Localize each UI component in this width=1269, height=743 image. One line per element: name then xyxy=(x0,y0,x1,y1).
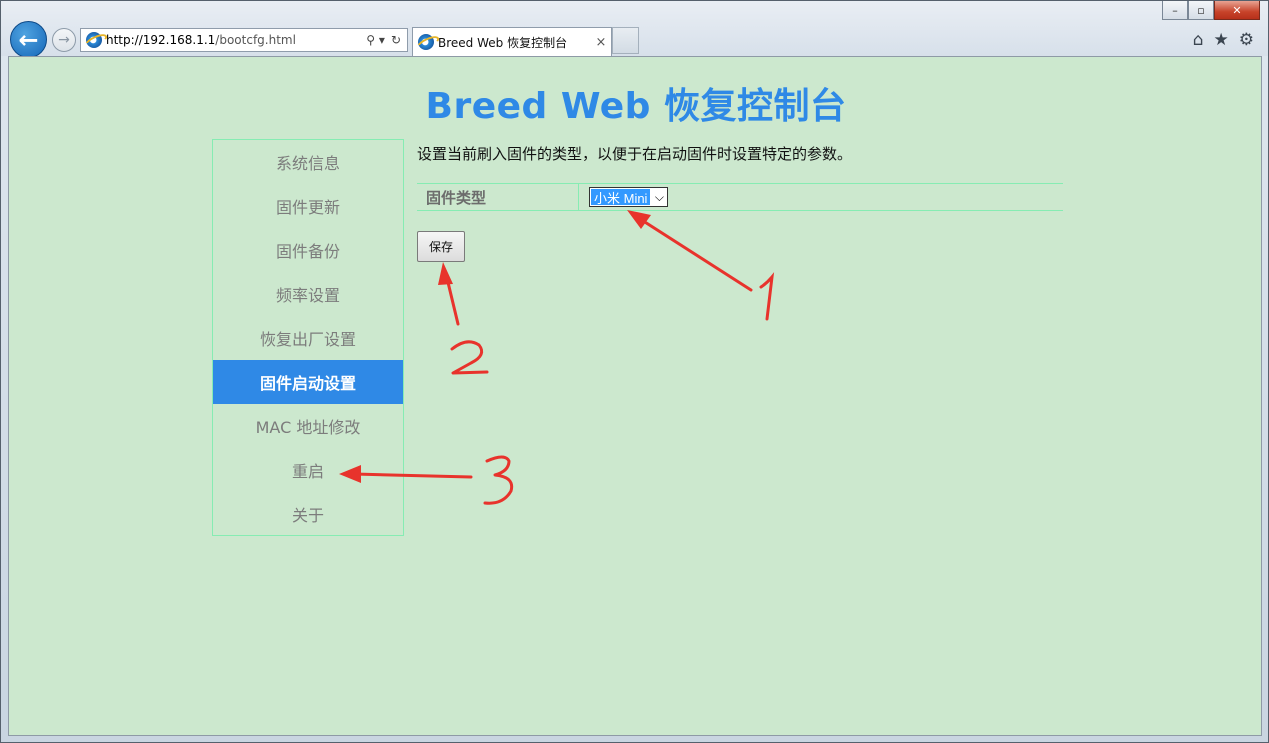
settings-gear-icon[interactable]: ⚙ xyxy=(1239,30,1254,50)
address-tools: ⚲ ▾ ↻ xyxy=(366,33,407,47)
forward-button[interactable]: → xyxy=(52,28,76,52)
browser-chrome: – ▫ ✕ ← → http://192.168.1.1/bootcfg.htm… xyxy=(1,1,1268,58)
back-button[interactable]: ← xyxy=(10,21,47,58)
minimize-button[interactable]: – xyxy=(1162,1,1188,20)
annotation-arrowhead-2 xyxy=(438,262,453,285)
window-controls: – ▫ ✕ xyxy=(1162,1,1260,21)
annotation-arrowhead-1 xyxy=(627,210,651,229)
address-url[interactable]: http://192.168.1.1/bootcfg.html xyxy=(106,33,366,47)
annotation-arrow-1 xyxy=(635,215,753,292)
toolbar-right: ⌂ ★ ⚙ xyxy=(1193,30,1254,50)
annotation-arrowhead-3 xyxy=(339,465,361,483)
ie-page-icon xyxy=(86,32,102,48)
address-bar[interactable]: http://192.168.1.1/bootcfg.html ⚲ ▾ ↻ xyxy=(80,28,408,52)
annotation-arrow-3 xyxy=(352,472,473,479)
back-arrow-icon: ← xyxy=(18,25,39,54)
handwritten-number-2 xyxy=(450,340,489,375)
favorites-star-icon[interactable]: ★ xyxy=(1214,30,1229,50)
close-window-button[interactable]: ✕ xyxy=(1214,1,1260,20)
tab-active[interactable]: Breed Web 恢复控制台 × xyxy=(412,27,612,56)
new-tab-button[interactable] xyxy=(612,27,639,54)
annotation-overlay xyxy=(339,210,775,505)
url-host: http://192.168.1.1 xyxy=(106,33,216,47)
refresh-icon[interactable]: ↻ xyxy=(391,33,401,47)
forward-arrow-icon: → xyxy=(58,32,70,48)
handwritten-number-1 xyxy=(759,272,775,321)
maximize-button[interactable]: ▫ xyxy=(1188,1,1214,20)
handwritten-number-3 xyxy=(483,455,514,505)
home-icon[interactable]: ⌂ xyxy=(1193,30,1204,50)
tab-close-icon[interactable]: × xyxy=(591,35,611,50)
url-path: /bootcfg.html xyxy=(215,33,296,47)
search-dropdown-icon[interactable]: ⚲ ▾ xyxy=(366,33,385,47)
page-viewport: Breed Web 恢复控制台 系统信息 固件更新 固件备份 频率设置 恢复出厂… xyxy=(8,56,1262,736)
tab-title: Breed Web 恢复控制台 xyxy=(438,35,568,50)
tab-favicon-icon xyxy=(418,34,434,50)
browser-window: – ▫ ✕ ← → http://192.168.1.1/bootcfg.htm… xyxy=(0,0,1269,743)
